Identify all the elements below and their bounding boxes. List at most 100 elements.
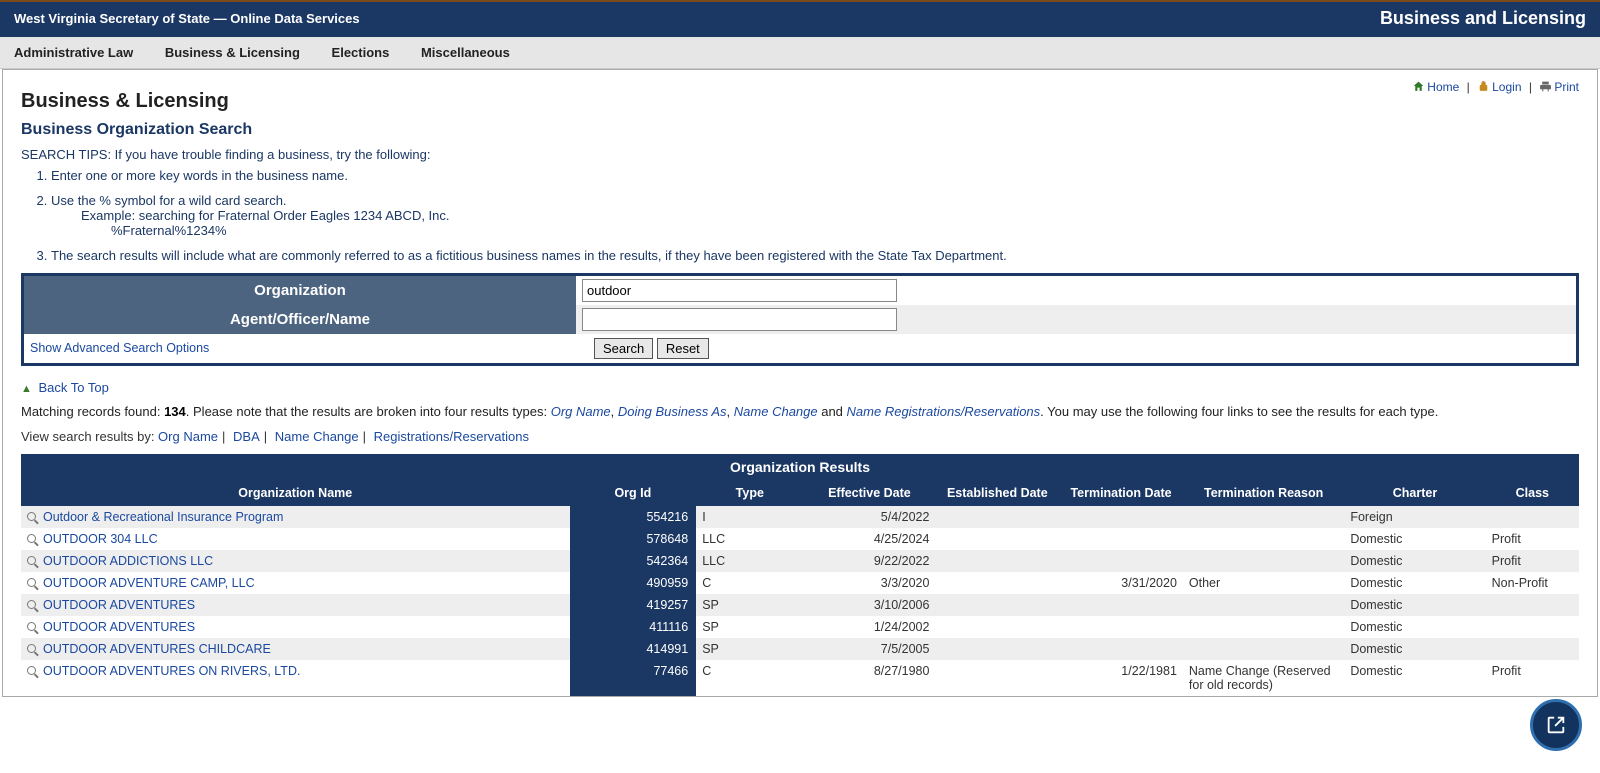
cell-est bbox=[935, 528, 1059, 550]
back-to-top-link[interactable]: Back To Top bbox=[39, 380, 109, 395]
cell-type: LLC bbox=[696, 528, 803, 550]
org-link[interactable]: OUTDOOR ADVENTURE CAMP, LLC bbox=[43, 576, 255, 590]
magnify-icon[interactable] bbox=[27, 512, 39, 524]
external-link-fab[interactable] bbox=[1530, 699, 1582, 751]
org-link[interactable]: Outdoor & Recreational Insurance Program bbox=[43, 510, 283, 524]
cell-orgid: 490959 bbox=[570, 572, 697, 594]
cell-charter: Domestic bbox=[1344, 550, 1485, 572]
cell-eff: 7/5/2005 bbox=[803, 638, 935, 660]
search-button[interactable]: Search bbox=[594, 338, 653, 359]
home-icon bbox=[1412, 80, 1425, 96]
org-input[interactable] bbox=[582, 279, 897, 302]
th-class[interactable]: Class bbox=[1486, 480, 1579, 506]
view-namechange[interactable]: Name Change bbox=[275, 429, 359, 444]
cell-term bbox=[1059, 638, 1183, 660]
menu-misc[interactable]: Miscellaneous bbox=[421, 45, 510, 60]
tip-3: The search results will include what are… bbox=[51, 248, 1579, 263]
cell-est bbox=[935, 550, 1059, 572]
org-link[interactable]: OUTDOOR ADDICTIONS LLC bbox=[43, 554, 213, 568]
magnify-icon[interactable] bbox=[27, 666, 39, 678]
cell-eff: 3/3/2020 bbox=[803, 572, 935, 594]
table-row: OUTDOOR ADVENTURES419257SP3/10/2006Domes… bbox=[21, 594, 1579, 616]
topbar: West Virginia Secretary of State — Onlin… bbox=[0, 0, 1600, 37]
cell-est bbox=[935, 638, 1059, 660]
view-registrations[interactable]: Registrations/Reservations bbox=[374, 429, 529, 444]
table-row: OUTDOOR ADVENTURES411116SP1/24/2002Domes… bbox=[21, 616, 1579, 638]
th-type[interactable]: Type bbox=[696, 480, 803, 506]
cell-term bbox=[1059, 594, 1183, 616]
cell-reason bbox=[1183, 550, 1344, 572]
cell-charter: Domestic bbox=[1344, 572, 1485, 594]
cell-eff: 5/4/2022 bbox=[803, 506, 935, 528]
cell-reason: Name Change (Reserved for old records) bbox=[1183, 660, 1344, 696]
magnify-icon[interactable] bbox=[27, 600, 39, 612]
org-link[interactable]: OUTDOOR 304 LLC bbox=[43, 532, 158, 546]
magnify-icon[interactable] bbox=[27, 578, 39, 590]
cell-name: OUTDOOR ADVENTURES CHILDCARE bbox=[21, 638, 570, 660]
cell-est bbox=[935, 660, 1059, 696]
th-term[interactable]: Termination Date bbox=[1059, 480, 1183, 506]
cell-term bbox=[1059, 506, 1183, 528]
cell-class bbox=[1486, 616, 1579, 638]
magnify-icon[interactable] bbox=[27, 534, 39, 546]
cell-reason bbox=[1183, 506, 1344, 528]
cell-eff: 3/10/2006 bbox=[803, 594, 935, 616]
cell-reason bbox=[1183, 594, 1344, 616]
reset-button[interactable]: Reset bbox=[657, 338, 709, 359]
menu-business[interactable]: Business & Licensing bbox=[165, 45, 300, 60]
cell-type: I bbox=[696, 506, 803, 528]
cell-orgid: 77466 bbox=[570, 660, 697, 696]
cell-term bbox=[1059, 616, 1183, 638]
org-link[interactable]: OUTDOOR ADVENTURES ON RIVERS, LTD. bbox=[43, 664, 300, 678]
section-title: Business Organization Search bbox=[21, 121, 1579, 139]
advanced-search-link[interactable]: Show Advanced Search Options bbox=[30, 341, 209, 355]
search-tips: SEARCH TIPS: If you have trouble finding… bbox=[21, 147, 1579, 263]
cell-term bbox=[1059, 550, 1183, 572]
cell-type: SP bbox=[696, 594, 803, 616]
th-org-id[interactable]: Org Id bbox=[570, 480, 697, 506]
view-dba[interactable]: DBA bbox=[233, 429, 260, 444]
th-reason[interactable]: Termination Reason bbox=[1183, 480, 1344, 506]
external-link-icon bbox=[1545, 714, 1567, 736]
tips-heading: SEARCH TIPS: If you have trouble finding… bbox=[21, 147, 1579, 162]
org-link[interactable]: OUTDOOR ADVENTURES bbox=[43, 598, 195, 612]
cell-type: SP bbox=[696, 638, 803, 660]
tip-example-query: %Fraternal%1234% bbox=[111, 223, 1579, 238]
cell-charter: Domestic bbox=[1344, 660, 1485, 696]
back-to-top: ▲ Back To Top bbox=[21, 380, 1579, 395]
print-link[interactable]: Print bbox=[1554, 80, 1579, 94]
th-org-name[interactable]: Organization Name bbox=[21, 480, 570, 506]
magnify-icon[interactable] bbox=[27, 644, 39, 656]
table-row: OUTDOOR 304 LLC578648LLC4/25/2024Domesti… bbox=[21, 528, 1579, 550]
th-charter[interactable]: Charter bbox=[1344, 480, 1485, 506]
th-est[interactable]: Established Date bbox=[935, 480, 1059, 506]
menu-elections[interactable]: Elections bbox=[332, 45, 390, 60]
cell-name: OUTDOOR ADVENTURES bbox=[21, 616, 570, 638]
table-row: OUTDOOR ADVENTURE CAMP, LLC 490959C3/3/20… bbox=[21, 572, 1579, 594]
results-intro: Matching records found: 134. Please note… bbox=[21, 403, 1579, 421]
view-orgname[interactable]: Org Name bbox=[158, 429, 218, 444]
tip-2: Use the % symbol for a wild card search.… bbox=[51, 193, 1579, 238]
app-name: Business and Licensing bbox=[1380, 8, 1586, 29]
cell-eff: 1/24/2002 bbox=[803, 616, 935, 638]
menu-admin-law[interactable]: Administrative Law bbox=[14, 45, 133, 60]
view-by: View search results by: Org Name| DBA| N… bbox=[21, 429, 1579, 444]
table-caption: Organization Results bbox=[21, 454, 1579, 480]
cell-class bbox=[1486, 638, 1579, 660]
th-eff[interactable]: Effective Date bbox=[803, 480, 935, 506]
cell-charter: Foreign bbox=[1344, 506, 1485, 528]
label-agent: Agent/Officer/Name bbox=[24, 305, 576, 334]
magnify-icon[interactable] bbox=[27, 556, 39, 568]
cell-type: C bbox=[696, 572, 803, 594]
magnify-icon[interactable] bbox=[27, 622, 39, 634]
login-link[interactable]: Login bbox=[1492, 80, 1521, 94]
cell-type: SP bbox=[696, 616, 803, 638]
search-box: Organization Agent/Officer/Name Show Adv… bbox=[21, 273, 1579, 366]
agent-input[interactable] bbox=[582, 308, 897, 331]
cell-name: OUTDOOR ADVENTURES bbox=[21, 594, 570, 616]
org-link[interactable]: OUTDOOR ADVENTURES CHILDCARE bbox=[43, 642, 271, 656]
home-link[interactable]: Home bbox=[1427, 80, 1459, 94]
org-link[interactable]: OUTDOOR ADVENTURES bbox=[43, 620, 195, 634]
table-row: OUTDOOR ADVENTURES ON RIVERS, LTD.77466C… bbox=[21, 660, 1579, 696]
arrow-up-icon: ▲ bbox=[21, 383, 32, 395]
